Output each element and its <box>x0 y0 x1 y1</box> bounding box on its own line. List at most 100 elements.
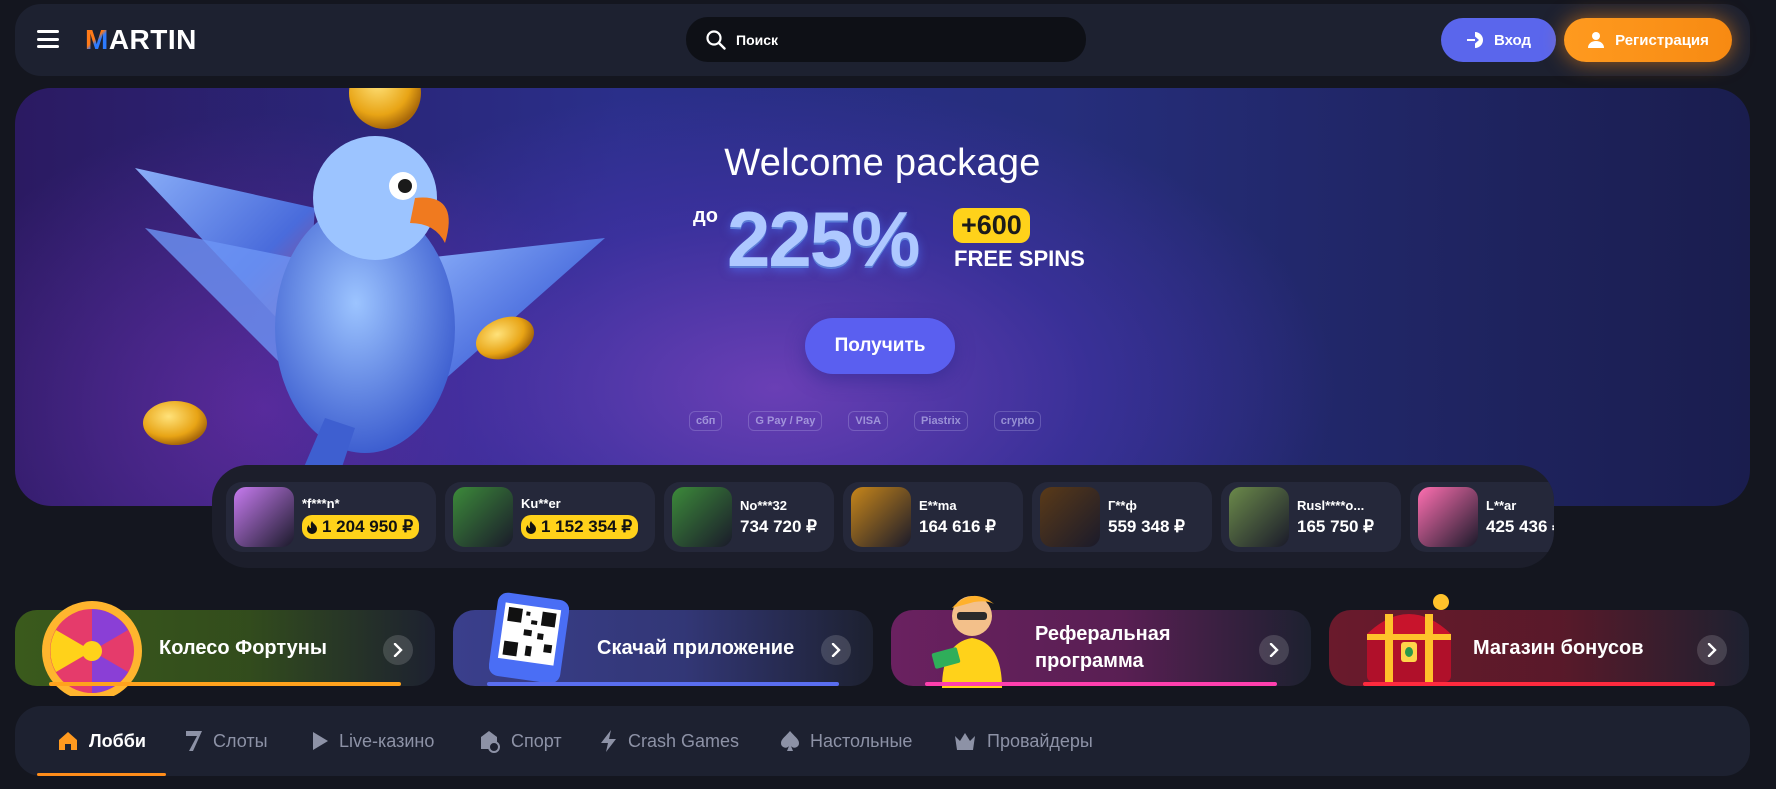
tab-label: Live-казино <box>339 730 435 751</box>
login-icon <box>1466 32 1483 48</box>
tab-label: Crash Games <box>628 730 740 751</box>
winner-name: *f***n* <box>302 495 340 511</box>
promo-spins-badge: +600 <box>953 208 1030 243</box>
register-label: Регистрация <box>1615 31 1709 49</box>
home-icon <box>59 732 77 750</box>
winner-card[interactable]: Rusl****o... 165 750 ₽ <box>1221 482 1401 552</box>
winner-amount: 1 152 354 ₽ <box>521 514 639 539</box>
amount-value: 165 750 ₽ <box>1297 516 1374 536</box>
chevron-right-icon[interactable] <box>383 635 413 665</box>
menu-icon[interactable] <box>37 30 59 48</box>
winner-amount: 164 616 ₽ <box>919 517 996 537</box>
referral-program-card[interactable]: Реферальная программа <box>891 595 1311 688</box>
wheel-of-fortune-card[interactable]: Колесо Фортуны <box>15 601 435 696</box>
game-thumbnail[interactable] <box>234 487 294 547</box>
amount-value: 1 204 950 ₽ <box>322 516 414 536</box>
get-bonus-button[interactable]: Получить <box>805 318 955 374</box>
logo-text: ARTIN <box>108 24 197 55</box>
winner-name: Rusl****o... <box>1297 497 1365 513</box>
winner-card[interactable]: L**ar 425 436 ₽ <box>1410 482 1554 552</box>
download-app-card[interactable]: Скачай приложение <box>453 592 873 686</box>
winner-amount: 425 436 ₽ <box>1486 517 1554 537</box>
winner-card[interactable]: Ku**er 1 152 354 ₽ <box>445 482 655 552</box>
winner-amount: 1 204 950 ₽ <box>302 514 420 539</box>
login-label: Вход <box>1493 31 1532 49</box>
wheel-card-title: Колесо Фортуны <box>159 636 327 659</box>
winner-name: L**ar <box>1486 497 1517 513</box>
payment-crypto: crypto <box>993 411 1042 431</box>
winner-card[interactable]: No***32 734 720 ₽ <box>664 482 834 552</box>
referral-card-title: Реферальная программа <box>1035 623 1171 672</box>
app-card-title: Скачай приложение <box>597 636 795 659</box>
flame-icon <box>526 520 536 534</box>
tab-label: Провайдеры <box>987 730 1093 751</box>
qr-code-icon <box>489 592 569 684</box>
banner-title: Welcome package <box>724 142 1041 184</box>
winner-name: No***32 <box>740 497 787 513</box>
promo-percent: 225% <box>727 195 920 283</box>
register-button[interactable]: Регистрация <box>1564 18 1732 62</box>
user-icon <box>1588 32 1605 48</box>
amount-value: 425 436 ₽ <box>1486 516 1554 536</box>
winner-card[interactable]: Г**ф 559 348 ₽ <box>1032 482 1212 552</box>
flame-icon <box>307 520 317 534</box>
search-box[interactable] <box>686 17 1086 62</box>
tab-label: Лобби <box>89 730 146 751</box>
winner-card[interactable]: *f***n* 1 204 950 ₽ <box>226 482 436 552</box>
winner-name: Г**ф <box>1108 497 1137 513</box>
amount-value: 734 720 ₽ <box>740 516 817 536</box>
amount-value: 164 616 ₽ <box>919 516 996 536</box>
tab-live-casino[interactable]: Live-казино <box>311 706 434 776</box>
chevron-right-icon[interactable] <box>1697 635 1727 665</box>
game-thumbnail[interactable] <box>1418 487 1478 547</box>
winner-amount: 734 720 ₽ <box>740 517 817 537</box>
welcome-banner[interactable]: Welcome package до 225% +600 FREE SPINS … <box>15 88 1750 506</box>
login-button[interactable]: Вход <box>1441 18 1556 62</box>
tab-table-games[interactable]: Настольные <box>780 706 912 776</box>
winner-card[interactable]: E**ma 164 616 ₽ <box>843 482 1023 552</box>
tab-slots[interactable]: Слоты <box>185 706 268 776</box>
game-thumbnail[interactable] <box>672 487 732 547</box>
game-thumbnail[interactable] <box>453 487 513 547</box>
seven-icon <box>186 731 202 751</box>
progress-bar <box>925 682 1277 686</box>
play-icon <box>313 732 328 750</box>
tab-providers[interactable]: Провайдеры <box>953 706 1093 776</box>
top-header: MARTIN Вход Регистрация <box>15 4 1750 76</box>
game-thumbnail[interactable] <box>1229 487 1289 547</box>
bonus-shop-card[interactable]: Магазин бонусов <box>1329 594 1749 686</box>
game-thumbnail[interactable] <box>1040 487 1100 547</box>
brand-logo[interactable]: MARTIN <box>85 24 197 56</box>
category-tabs: Лобби Слоты Live-казино Спорт Crash Game… <box>15 706 1750 776</box>
payment-methods: сбп G Pay / Pay VISA Piastrix crypto <box>689 411 1042 431</box>
promo-spins-label: FREE SPINS <box>954 246 1085 271</box>
search-input[interactable] <box>736 31 1056 48</box>
payment-visa: VISA <box>848 411 889 431</box>
amount-value: 1 152 354 ₽ <box>541 516 633 536</box>
winner-amount: 559 348 ₽ <box>1108 517 1185 537</box>
crown-icon <box>955 733 975 750</box>
lightning-icon <box>601 730 616 752</box>
chevron-right-icon[interactable] <box>1259 635 1289 665</box>
search-icon <box>706 29 726 50</box>
tab-label: Спорт <box>511 730 562 751</box>
tab-label: Настольные <box>810 730 913 751</box>
game-thumbnail[interactable] <box>851 487 911 547</box>
sport-icon <box>481 731 500 753</box>
tab-sport[interactable]: Спорт <box>477 706 562 776</box>
winner-name: Ku**er <box>521 495 561 511</box>
shop-card-title: Магазин бонусов <box>1473 636 1644 659</box>
payment-sbp: сбп <box>689 411 723 431</box>
treasure-chest-icon <box>1367 594 1451 682</box>
chevron-right-icon[interactable] <box>821 635 851 665</box>
payment-gpay: G Pay / Pay <box>748 411 823 431</box>
feature-cards: Колесо Фортуны Скачай приложение Реферал… <box>15 592 1750 696</box>
amount-value: 559 348 ₽ <box>1108 516 1185 536</box>
promo-prefix: до <box>693 205 718 227</box>
tab-crash-games[interactable]: Crash Games <box>600 706 739 776</box>
winners-list: *f***n* 1 204 950 ₽ Ku**er 1 152 354 ₽ No***… <box>226 482 1554 552</box>
winner-name: E**ma <box>919 497 957 513</box>
recent-winners-strip: *f***n* 1 204 950 ₽ Ku**er 1 152 354 ₽ No***… <box>212 465 1554 568</box>
tab-lobby[interactable]: Лобби <box>37 706 166 776</box>
progress-bar <box>49 682 401 686</box>
